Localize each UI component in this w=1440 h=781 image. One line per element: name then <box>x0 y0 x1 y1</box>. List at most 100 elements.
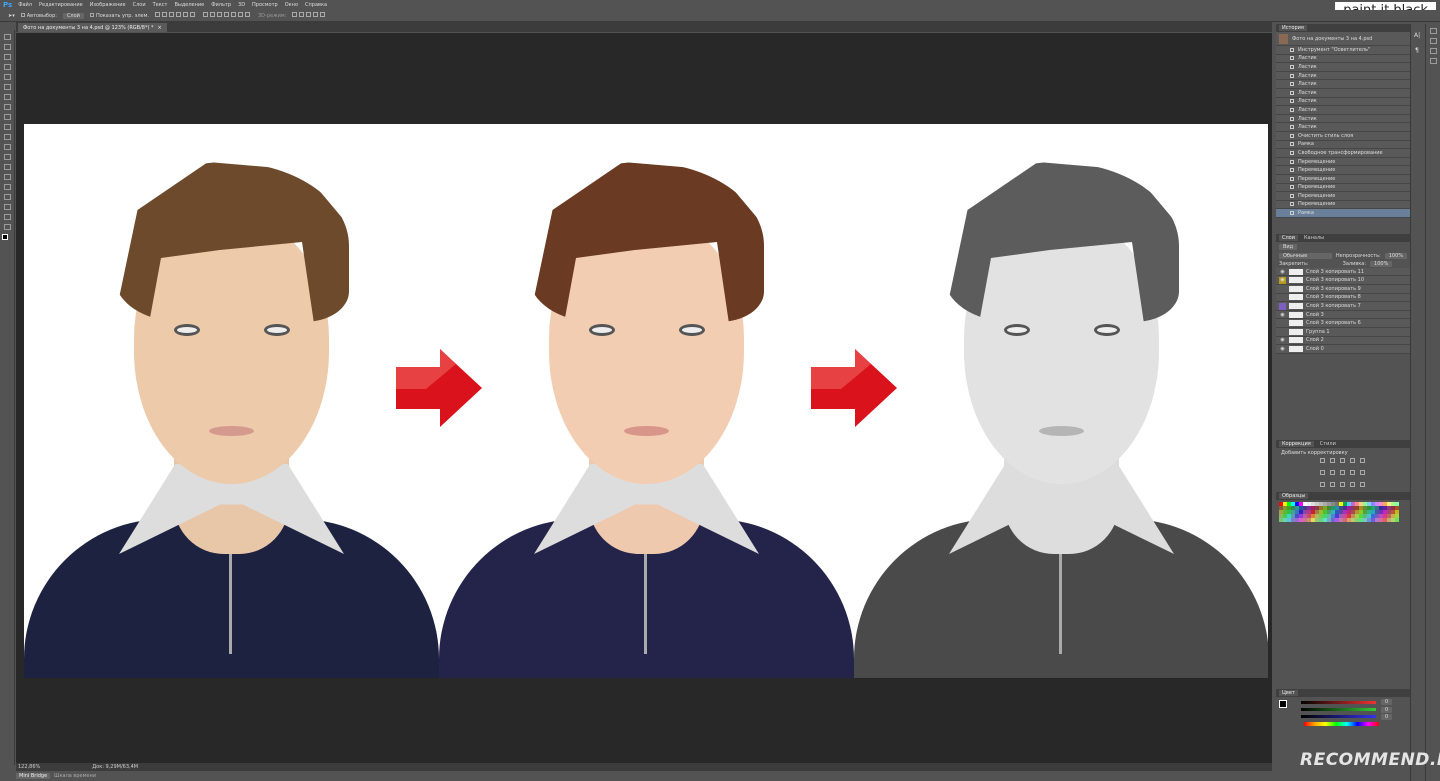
visibility-eye-icon[interactable] <box>1279 285 1286 292</box>
history-item[interactable]: Ластик <box>1276 63 1410 72</box>
history-item[interactable]: Ластик <box>1276 80 1410 89</box>
close-tab-icon[interactable]: × <box>158 25 162 31</box>
tab-mini-bridge[interactable]: Mini Bridge <box>16 773 51 779</box>
navigator-icon[interactable] <box>1430 28 1437 34</box>
adjustment-icons[interactable] <box>1276 457 1410 492</box>
tab-adjustments[interactable]: Коррекция <box>1279 440 1314 447</box>
blue-value[interactable]: 0 <box>1381 713 1393 720</box>
fill-field[interactable]: 100% <box>1370 260 1393 267</box>
gradient-tool-icon[interactable] <box>4 144 11 150</box>
move-tool-icon[interactable] <box>4 34 11 40</box>
menu-select[interactable]: Выделение <box>174 2 204 8</box>
align-icons[interactable] <box>154 12 197 19</box>
history-item[interactable]: Очистить стиль слоя <box>1276 131 1410 141</box>
history-item[interactable]: Рамка <box>1276 140 1410 150</box>
history-item[interactable]: Ластик <box>1276 54 1410 64</box>
stamp-tool-icon[interactable] <box>4 114 11 120</box>
zoom-tool-icon[interactable] <box>4 224 11 230</box>
move-tool-icon[interactable]: ➤▾ <box>8 13 15 19</box>
visibility-eye-icon[interactable]: ◉ <box>1279 268 1286 275</box>
swatch-grid[interactable] <box>1276 500 1410 524</box>
character-panel-icon[interactable]: A| <box>1414 32 1421 39</box>
tab-layers[interactable]: Слои <box>1279 234 1298 241</box>
visibility-eye-icon[interactable] <box>1279 294 1286 301</box>
blend-mode-dropdown[interactable]: Обычные <box>1279 252 1332 259</box>
autoselect-checkbox[interactable]: Автовыбор: <box>20 12 57 19</box>
layer-row[interactable]: ◉ Слой 3 копировать 11 <box>1276 267 1410 277</box>
green-slider[interactable] <box>1301 707 1376 711</box>
visibility-eye-icon[interactable]: ◉ <box>1279 346 1286 353</box>
path-select-tool-icon[interactable] <box>4 194 11 200</box>
document-tab[interactable]: Фото на документы 3 на 4.psd @ 123% (RGB… <box>18 23 167 32</box>
menu-type[interactable]: Текст <box>153 2 168 8</box>
menu-window[interactable]: Окно <box>285 2 298 8</box>
eyedropper-tool-icon[interactable] <box>4 84 11 90</box>
tab-history[interactable]: История <box>1279 25 1307 31</box>
show-controls-checkbox[interactable]: Показать упр. элем. <box>89 12 149 19</box>
3d-icons[interactable] <box>292 12 327 19</box>
history-item[interactable]: Рамка <box>1276 209 1410 218</box>
menu-image[interactable]: Изображение <box>90 2 126 8</box>
history-brush-tool-icon[interactable] <box>4 124 11 130</box>
red-slider[interactable] <box>1301 700 1376 704</box>
layer-row[interactable]: Слой 3 копировать 9 <box>1276 285 1410 294</box>
tab-color[interactable]: Цвет <box>1279 689 1298 696</box>
history-item[interactable]: Ластик <box>1276 123 1410 132</box>
hand-tool-icon[interactable] <box>4 214 11 220</box>
blur-tool-icon[interactable] <box>4 154 11 160</box>
layer-row[interactable]: Слой 3 копировать 6 <box>1276 319 1410 329</box>
history-item[interactable]: Перемещение <box>1276 174 1410 184</box>
swatch[interactable] <box>1395 517 1399 522</box>
blue-slider[interactable] <box>1301 714 1376 718</box>
red-value[interactable]: 0 <box>1381 698 1393 705</box>
properties-icon[interactable] <box>1430 38 1437 44</box>
history-item[interactable]: Ластик <box>1276 114 1410 124</box>
visibility-eye-icon[interactable] <box>1279 320 1286 327</box>
menu-3d[interactable]: 3D <box>238 2 245 8</box>
layer-row[interactable]: ◉ Слой 3 копировать 10 <box>1276 276 1410 286</box>
menu-layers[interactable]: Слои <box>133 2 146 8</box>
history-item[interactable]: Ластик <box>1276 71 1410 81</box>
history-item[interactable]: Перемещение <box>1276 157 1410 167</box>
lasso-tool-icon[interactable] <box>4 54 11 60</box>
color-swatches-icon[interactable] <box>2 234 12 244</box>
visibility-eye-icon[interactable] <box>1279 328 1286 335</box>
visibility-eye-icon[interactable]: ◉ <box>1279 276 1286 284</box>
crop-tool-icon[interactable] <box>4 74 11 80</box>
type-tool-icon[interactable] <box>4 184 11 190</box>
pen-tool-icon[interactable] <box>4 174 11 180</box>
history-item[interactable]: Перемещение <box>1276 192 1410 201</box>
tool-presets-icon[interactable] <box>1430 58 1437 64</box>
tab-swatches[interactable]: Образцы <box>1279 492 1309 499</box>
layer-row[interactable]: Группа 1 <box>1276 328 1410 337</box>
history-item[interactable]: Ластик <box>1276 88 1410 98</box>
layer-row[interactable]: ◉ Слой 2 <box>1276 336 1410 346</box>
tab-styles[interactable]: Стили <box>1320 441 1336 447</box>
history-item[interactable]: Инструмент "Осветлитель" <box>1276 46 1410 55</box>
distribute-icons[interactable] <box>202 12 252 19</box>
tab-timeline[interactable]: Шкала времени <box>54 773 96 779</box>
tab-channels[interactable]: Каналы <box>1304 235 1324 241</box>
paragraph-panel-icon[interactable]: ¶ <box>1415 47 1420 54</box>
history-item[interactable]: Перемещение <box>1276 183 1410 193</box>
green-value[interactable]: 0 <box>1381 706 1393 713</box>
visibility-eye-icon[interactable]: ◉ <box>1279 311 1286 318</box>
history-item[interactable]: Ластик <box>1276 106 1410 115</box>
healing-tool-icon[interactable] <box>4 94 11 100</box>
history-item[interactable]: Свободное трансформирование <box>1276 149 1410 158</box>
brush-presets-icon[interactable] <box>1430 48 1437 54</box>
marquee-tool-icon[interactable] <box>4 44 11 50</box>
layer-filter-dropdown[interactable]: Вид <box>1279 243 1298 250</box>
history-item[interactable]: Ластик <box>1276 97 1410 107</box>
layer-row[interactable]: Слой 3 копировать 7 <box>1276 302 1410 311</box>
layer-row[interactable]: Слой 3 копировать 8 <box>1276 293 1410 303</box>
menu-file[interactable]: Файл <box>18 2 32 8</box>
menu-edit[interactable]: Редактирование <box>39 2 83 8</box>
zoom-level[interactable]: 122,86% <box>18 764 40 770</box>
dodge-tool-icon[interactable] <box>4 164 11 170</box>
eraser-tool-icon[interactable] <box>4 134 11 140</box>
history-item[interactable]: Перемещение <box>1276 200 1410 210</box>
foreground-color[interactable] <box>1279 699 1287 708</box>
color-spectrum[interactable] <box>1304 721 1379 726</box>
menu-view[interactable]: Просмотр <box>252 2 278 8</box>
